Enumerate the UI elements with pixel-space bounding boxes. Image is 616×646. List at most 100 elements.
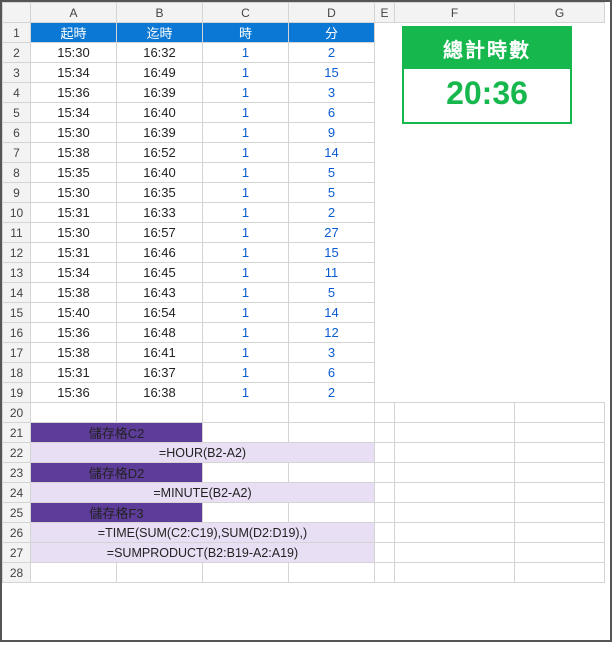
cell[interactable] bbox=[375, 503, 395, 523]
cell[interactable]: 5 bbox=[289, 183, 375, 203]
cell[interactable] bbox=[289, 423, 375, 443]
cell[interactable] bbox=[395, 263, 515, 283]
cell[interactable]: 15:36 bbox=[31, 323, 117, 343]
cell[interactable]: 16:46 bbox=[117, 243, 203, 263]
cell[interactable] bbox=[395, 443, 515, 463]
row-header[interactable]: 12 bbox=[3, 243, 31, 263]
col-header-E[interactable]: E bbox=[375, 3, 395, 23]
cell[interactable]: 2 bbox=[289, 43, 375, 63]
row-header[interactable]: 3 bbox=[3, 63, 31, 83]
row-header[interactable]: 16 bbox=[3, 323, 31, 343]
row-header[interactable]: 15 bbox=[3, 303, 31, 323]
cell[interactable] bbox=[375, 243, 395, 263]
cell[interactable] bbox=[375, 43, 395, 63]
cell[interactable] bbox=[515, 163, 605, 183]
col-header-D[interactable]: D bbox=[289, 3, 375, 23]
cell[interactable] bbox=[375, 263, 395, 283]
cell[interactable] bbox=[375, 183, 395, 203]
row-header[interactable]: 13 bbox=[3, 263, 31, 283]
cell[interactable] bbox=[395, 203, 515, 223]
cell[interactable] bbox=[203, 423, 289, 443]
cell[interactable] bbox=[375, 103, 395, 123]
row-header[interactable]: 4 bbox=[3, 83, 31, 103]
cell[interactable] bbox=[395, 123, 515, 143]
cell[interactable]: 1 bbox=[203, 243, 289, 263]
cell[interactable]: 6 bbox=[289, 363, 375, 383]
cell[interactable]: 5 bbox=[289, 163, 375, 183]
cell[interactable] bbox=[375, 383, 395, 403]
cell[interactable]: 2 bbox=[289, 203, 375, 223]
row-header[interactable]: 26 bbox=[3, 523, 31, 543]
row-header[interactable]: 25 bbox=[3, 503, 31, 523]
cell[interactable]: 1 bbox=[203, 383, 289, 403]
cell-formula-f3-1[interactable]: =TIME(SUM(C2:C19),SUM(D2:D19),) bbox=[31, 523, 375, 543]
row-header[interactable]: 10 bbox=[3, 203, 31, 223]
cell[interactable] bbox=[515, 183, 605, 203]
cell[interactable] bbox=[395, 403, 515, 423]
cell[interactable]: 16:48 bbox=[117, 323, 203, 343]
cell[interactable]: 16:41 bbox=[117, 343, 203, 363]
col-header-B[interactable]: B bbox=[117, 3, 203, 23]
cell[interactable] bbox=[395, 323, 515, 343]
cell[interactable] bbox=[375, 363, 395, 383]
cell[interactable]: 16:40 bbox=[117, 163, 203, 183]
cell[interactable] bbox=[515, 523, 605, 543]
cell-label-d2[interactable]: 儲存格D2 bbox=[31, 463, 203, 483]
cell[interactable]: 1 bbox=[203, 163, 289, 183]
row-header[interactable]: 21 bbox=[3, 423, 31, 443]
cell[interactable] bbox=[515, 283, 605, 303]
cell[interactable] bbox=[515, 243, 605, 263]
header-hours[interactable]: 時 bbox=[203, 23, 289, 43]
cell[interactable]: 1 bbox=[203, 303, 289, 323]
cell[interactable] bbox=[395, 243, 515, 263]
cell[interactable] bbox=[395, 143, 515, 163]
cell[interactable]: 15:38 bbox=[31, 143, 117, 163]
cell[interactable] bbox=[395, 163, 515, 183]
cell[interactable]: 15:31 bbox=[31, 243, 117, 263]
cell[interactable] bbox=[515, 563, 605, 583]
col-header-F[interactable]: F bbox=[395, 3, 515, 23]
cell[interactable]: 3 bbox=[289, 343, 375, 363]
cell[interactable] bbox=[375, 123, 395, 143]
row-header[interactable]: 7 bbox=[3, 143, 31, 163]
cell[interactable]: 6 bbox=[289, 103, 375, 123]
cell[interactable]: 1 bbox=[203, 223, 289, 243]
cell[interactable] bbox=[289, 503, 375, 523]
cell[interactable]: 16:54 bbox=[117, 303, 203, 323]
cell[interactable]: 1 bbox=[203, 363, 289, 383]
cell[interactable] bbox=[395, 363, 515, 383]
cell[interactable]: 15:38 bbox=[31, 343, 117, 363]
cell[interactable]: 1 bbox=[203, 203, 289, 223]
cell[interactable] bbox=[395, 223, 515, 243]
cell[interactable] bbox=[375, 523, 395, 543]
cell[interactable]: 15:34 bbox=[31, 63, 117, 83]
cell[interactable] bbox=[515, 203, 605, 223]
cell[interactable]: 15:30 bbox=[31, 223, 117, 243]
col-header-C[interactable]: C bbox=[203, 3, 289, 23]
cell[interactable] bbox=[375, 483, 395, 503]
cell[interactable] bbox=[375, 343, 395, 363]
cell[interactable]: 9 bbox=[289, 123, 375, 143]
cell[interactable]: 2 bbox=[289, 383, 375, 403]
cell[interactable] bbox=[375, 323, 395, 343]
cell[interactable]: 15:34 bbox=[31, 103, 117, 123]
cell[interactable]: 15:40 bbox=[31, 303, 117, 323]
row-header[interactable]: 20 bbox=[3, 403, 31, 423]
cell[interactable] bbox=[289, 403, 375, 423]
cell[interactable] bbox=[203, 463, 289, 483]
cell[interactable] bbox=[515, 443, 605, 463]
cell[interactable] bbox=[117, 403, 203, 423]
cell[interactable]: 16:32 bbox=[117, 43, 203, 63]
cell[interactable]: 1 bbox=[203, 123, 289, 143]
cell[interactable] bbox=[375, 223, 395, 243]
cell[interactable]: 16:57 bbox=[117, 223, 203, 243]
cell[interactable] bbox=[395, 543, 515, 563]
cell[interactable] bbox=[395, 523, 515, 543]
row-header[interactable]: 24 bbox=[3, 483, 31, 503]
cell[interactable] bbox=[117, 563, 203, 583]
cell[interactable] bbox=[289, 463, 375, 483]
cell[interactable] bbox=[375, 283, 395, 303]
cell[interactable] bbox=[515, 263, 605, 283]
cell[interactable] bbox=[515, 303, 605, 323]
cell[interactable]: 15:34 bbox=[31, 263, 117, 283]
